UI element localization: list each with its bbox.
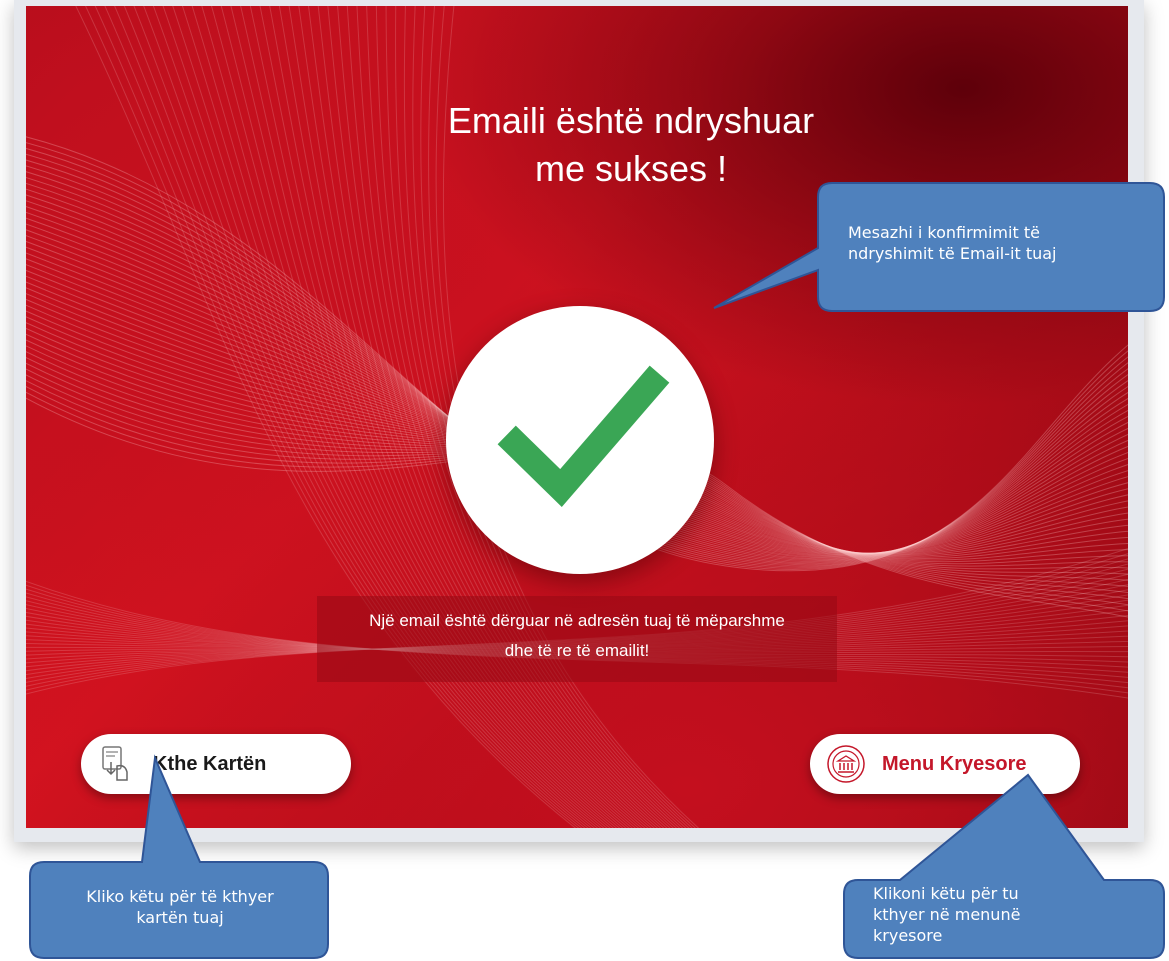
return-card-callout: Kliko këtu për të kthyer kartën tuaj — [40, 886, 320, 928]
main-menu-callout: Klikoni këtu për tu kthyer në menunë kry… — [873, 883, 1020, 946]
callout-line: kryesore — [873, 926, 943, 945]
callout-line: kartën tuaj — [136, 908, 224, 927]
callout-line: Klikoni këtu për tu — [873, 884, 1019, 903]
confirmation-callout: Mesazhi i konfirmimit të ndryshimit të E… — [848, 222, 1057, 264]
confirmation-callout-bubble — [29, 182, 1165, 959]
callout-line: Kliko këtu për të kthyer — [86, 887, 274, 906]
callout-line: kthyer në menunë — [873, 905, 1021, 924]
callout-line: ndryshimit të Email-it tuaj — [848, 244, 1057, 263]
callout-line: Mesazhi i konfirmimit të — [848, 223, 1040, 242]
